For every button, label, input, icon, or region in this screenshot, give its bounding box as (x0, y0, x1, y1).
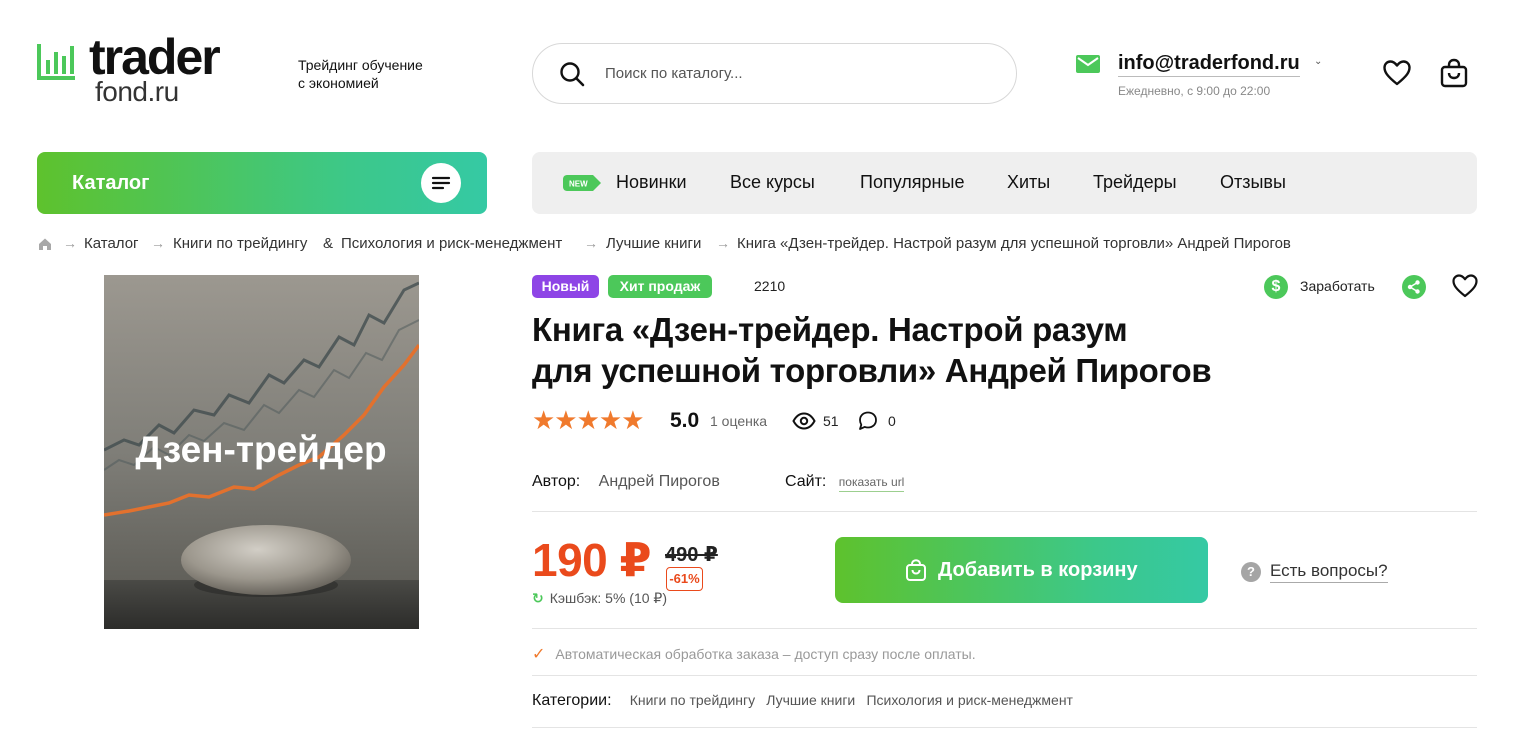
breadcrumb-arrow-icon: → (151, 235, 165, 251)
tagline-line-1: Трейдинг обучение (298, 57, 423, 73)
product-cover-image: Дзен-трейдер (104, 275, 419, 629)
menu-item-all-courses[interactable]: Все курсы (730, 172, 815, 193)
author-value[interactable]: Андрей Пирогов (599, 473, 720, 490)
categories-label: Категории: (532, 692, 612, 709)
badge-hit: Хит продаж (608, 275, 712, 298)
old-price: 490 ₽ (665, 544, 718, 566)
product-sku: 2210 (754, 278, 786, 294)
add-to-cart-button[interactable]: Добавить в корзину (835, 537, 1208, 603)
breadcrumb-psychology[interactable]: Психология и риск-менеджмент (341, 235, 562, 252)
site-label: Сайт: (785, 473, 827, 490)
main-menu: NEW Новинки Все курсы Популярные Хиты Тр… (532, 152, 1477, 214)
share-icon[interactable] (1402, 275, 1426, 299)
menu-item-traders[interactable]: Трейдеры (1093, 172, 1177, 193)
breadcrumb-catalog[interactable]: Каталог (84, 235, 139, 252)
question-icon: ? (1241, 562, 1261, 582)
menu-item-popular[interactable]: Популярные (860, 172, 964, 193)
product-title: Книга «Дзен-трейдер. Настрой разум для у… (532, 309, 1252, 391)
show-url-link[interactable]: показать url (838, 475, 905, 492)
contact-email[interactable]: info@traderfond.ru (1118, 52, 1300, 77)
svg-text:Дзен-трейдер: Дзен-трейдер (135, 429, 386, 470)
rating-count[interactable]: 1 оценка (710, 413, 767, 429)
auto-processing-note: ✓ Автоматическая обработка заказа – досту… (532, 644, 976, 664)
cashback: ↻ Кэшбэк: 5% (10 ₽) (532, 590, 667, 607)
badge-new: Новый (532, 275, 599, 298)
refresh-icon: ↻ (532, 590, 544, 606)
earn-button[interactable]: $ Заработать (1264, 275, 1389, 299)
eye-icon (792, 412, 816, 430)
breadcrumb-arrow-icon: → (584, 235, 598, 251)
product-title-line-2: для успешной торговли» Андрей Пирогов (532, 352, 1212, 389)
menu-item-hits[interactable]: Хиты (1007, 172, 1050, 193)
product-price: 190 ₽ (532, 534, 652, 586)
breadcrumb-best-books[interactable]: Лучшие книги (606, 235, 701, 252)
shopping-bag-icon (906, 559, 926, 581)
add-to-cart-label: Добавить в корзину (938, 559, 1138, 581)
divider (532, 511, 1477, 512)
product-title-line-1: Книга «Дзен-трейдер. Настрой разум (532, 311, 1128, 348)
catalog-button[interactable]: Каталог (37, 152, 487, 214)
comments-count: 0 (888, 413, 896, 429)
search-bar[interactable] (532, 43, 1017, 104)
site-row: Сайт: показать url (785, 473, 905, 492)
rating-stars-icon[interactable]: ★★★★★ (532, 406, 645, 434)
category-link[interactable]: Психология и риск-менеджмент (866, 692, 1073, 708)
categories-row: Категории: Книги по трейдингу Лучшие кни… (532, 692, 1080, 710)
mail-icon (1076, 55, 1100, 73)
divider (532, 628, 1477, 629)
tagline-line-2: с экономией (298, 75, 379, 91)
cashback-text: Кэшбэк: 5% (10 ₽) (549, 590, 667, 606)
menu-item-reviews[interactable]: Отзывы (1220, 172, 1286, 193)
breadcrumb-arrow-icon: → (63, 235, 77, 251)
search-input[interactable] (605, 65, 985, 82)
logo-text-fond: fond.ru (95, 76, 179, 107)
site-tagline: Трейдинг обучение с экономией (298, 56, 458, 92)
questions-label: Есть вопросы? (1270, 561, 1388, 583)
discount-badge: -61% (666, 567, 703, 591)
divider (532, 675, 1477, 676)
logo-text-trader: trader (89, 29, 221, 85)
dollar-icon: $ (1264, 275, 1288, 299)
svg-text:NEW: NEW (569, 180, 588, 189)
favorite-heart-icon[interactable] (1452, 274, 1478, 298)
breadcrumb-trading-books[interactable]: Книги по трейдингу (173, 235, 307, 252)
home-icon[interactable] (38, 237, 52, 251)
product-image[interactable]: Дзен-трейдер (104, 275, 419, 629)
views-count: 51 (823, 413, 839, 429)
menu-item-new[interactable]: Новинки (616, 172, 687, 193)
auto-note-text: Автоматическая обработка заказа – доступ… (555, 646, 976, 662)
new-badge-icon: NEW (563, 175, 601, 191)
divider (532, 727, 1477, 728)
site-logo[interactable]: trader fond.ru (37, 32, 277, 108)
breadcrumb-ampersand: & (323, 235, 334, 252)
category-link[interactable]: Книги по трейдингу (630, 692, 755, 708)
search-icon[interactable] (559, 61, 585, 87)
catalog-label: Каталог (72, 172, 150, 194)
breadcrumb-current: Книга «Дзен-трейдер. Настрой разум для у… (737, 235, 1291, 252)
rating-value: 5.0 (670, 409, 700, 432)
category-link[interactable]: Лучшие книги (766, 692, 855, 708)
comment-icon[interactable] (857, 410, 879, 432)
working-hours: Ежедневно, с 9:00 до 22:00 (1118, 84, 1271, 98)
catalog-menu-icon (421, 163, 461, 203)
favorites-heart-icon[interactable] (1383, 60, 1411, 86)
author-label: Автор: (532, 473, 581, 490)
author-row: Автор: Андрей Пирогов (532, 473, 720, 491)
breadcrumb-arrow-icon: → (716, 235, 730, 251)
chevron-down-icon[interactable]: ⌄ (1314, 56, 1322, 67)
logo-bars-icon (37, 44, 75, 80)
cart-bag-icon[interactable] (1440, 58, 1468, 88)
check-icon: ✓ (532, 646, 546, 663)
earn-label: Заработать (1300, 278, 1375, 294)
